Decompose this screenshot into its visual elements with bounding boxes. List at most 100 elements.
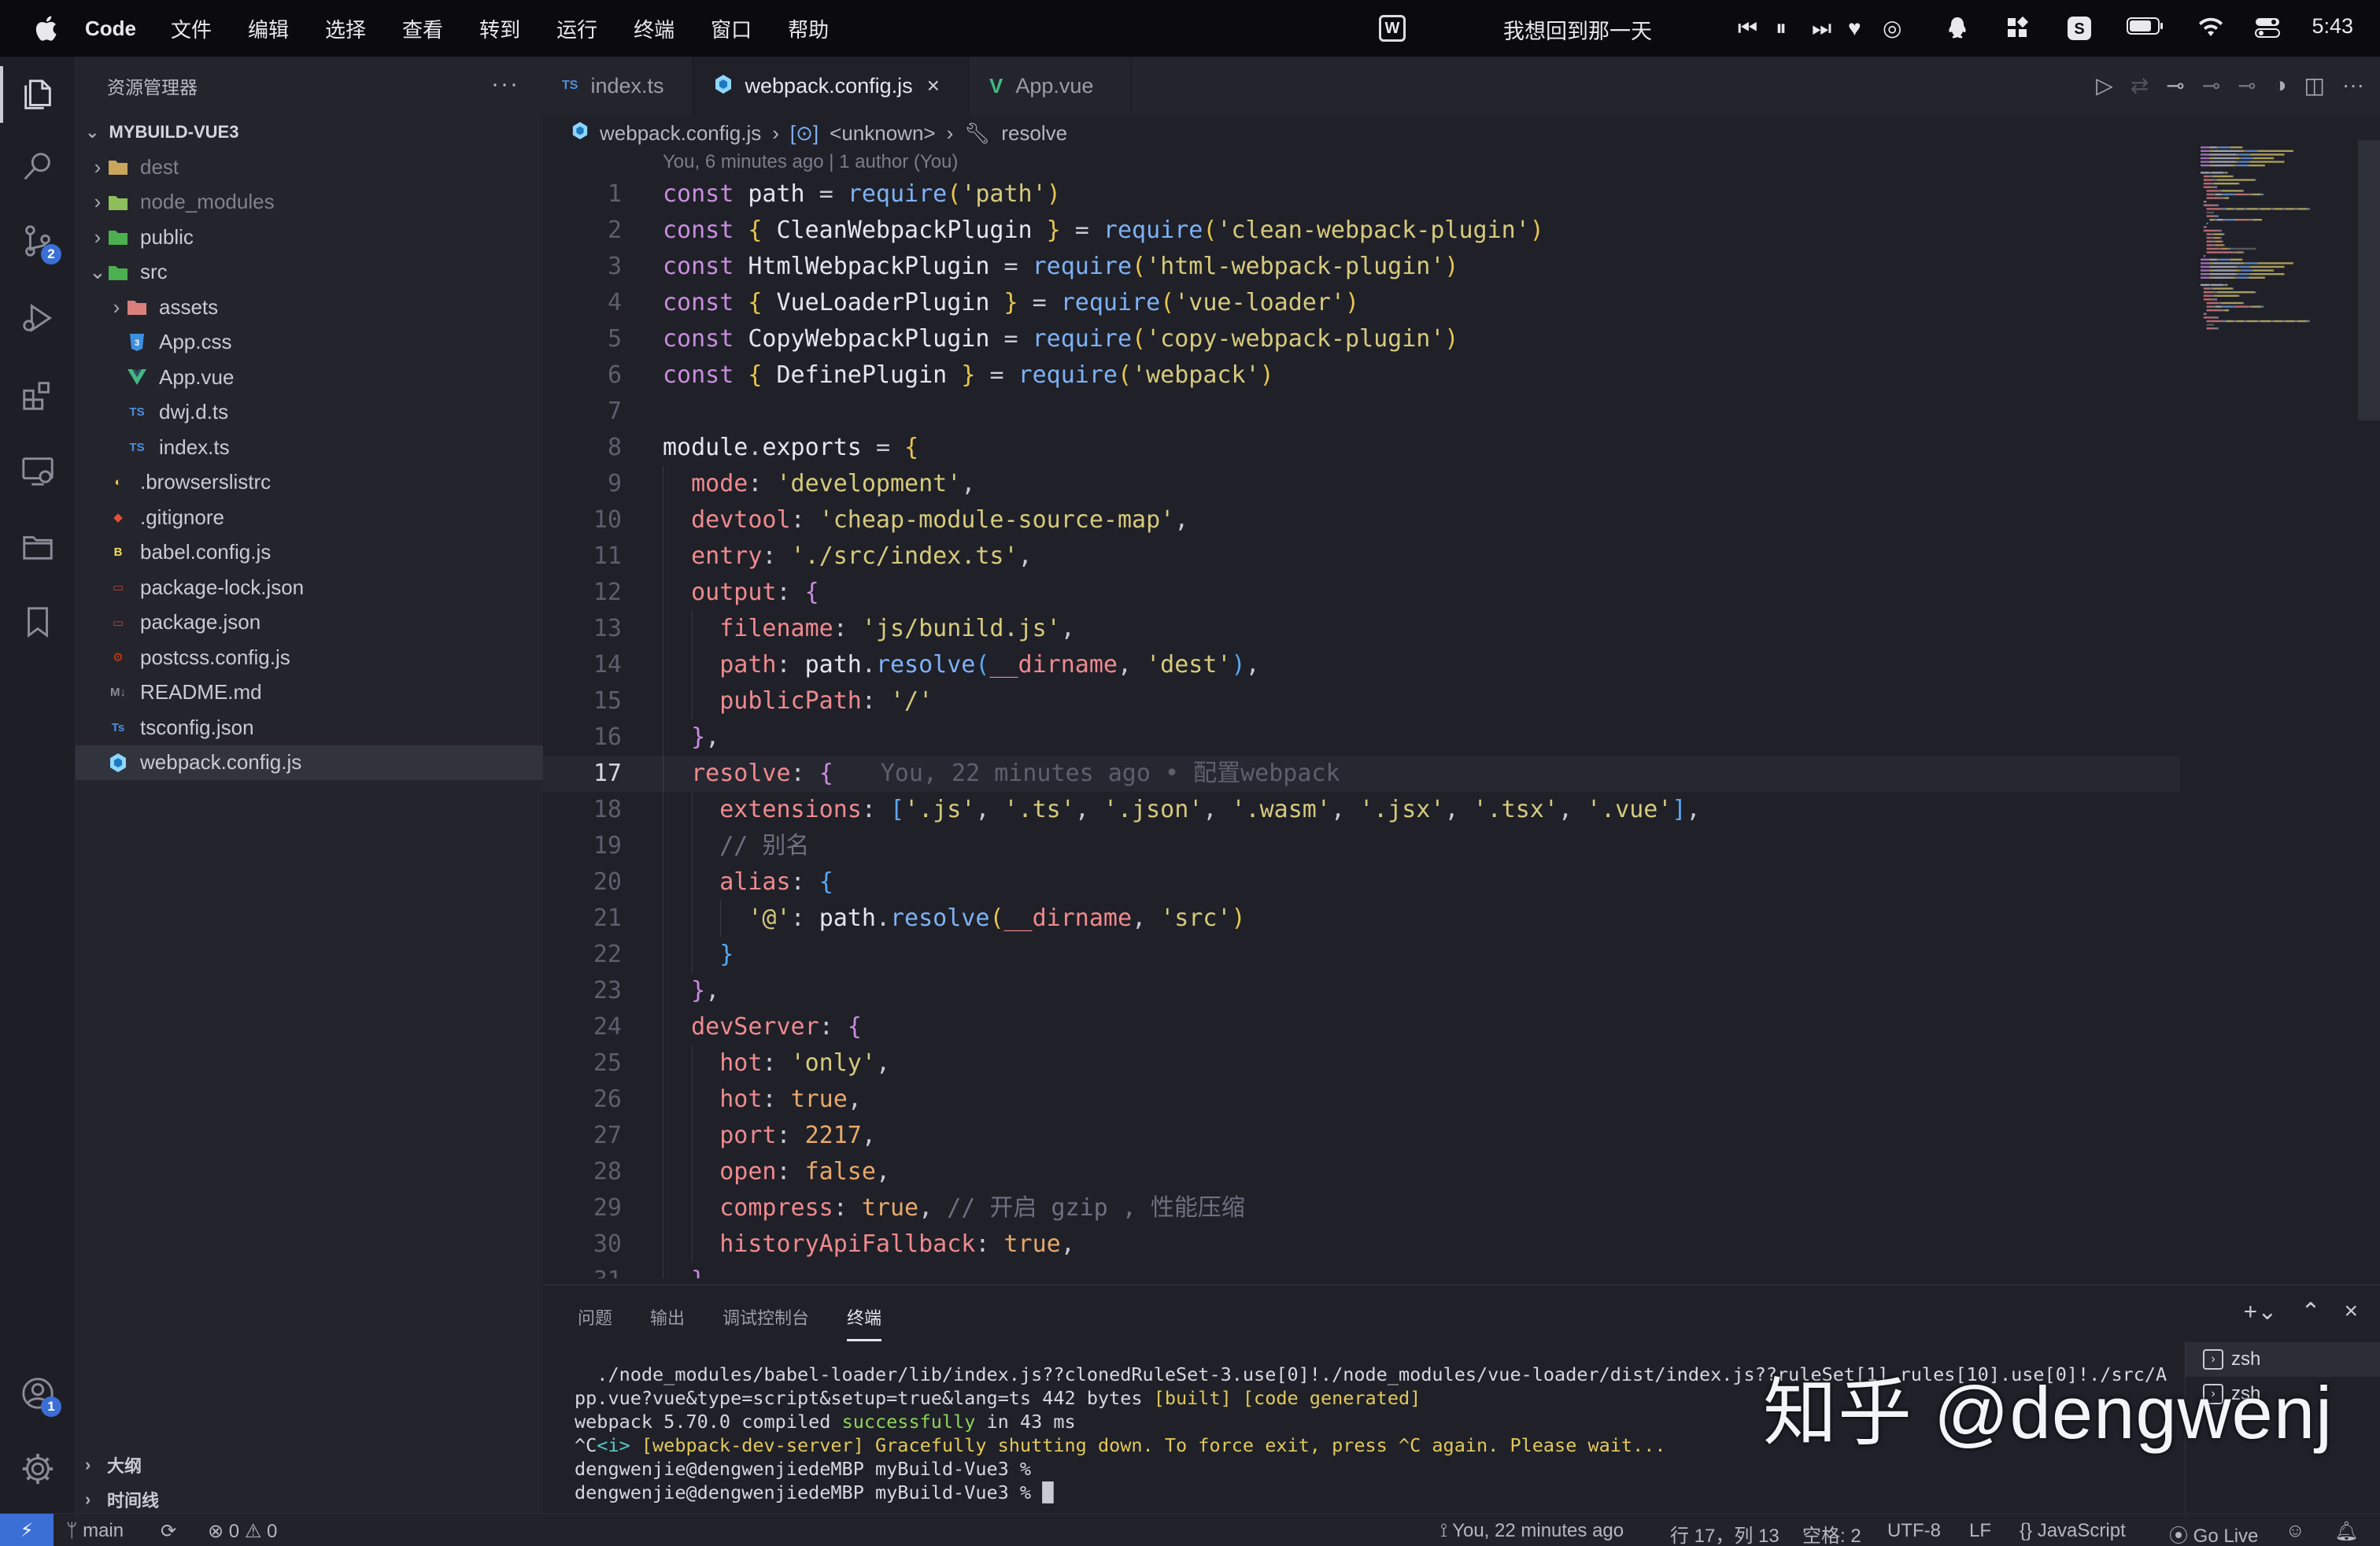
file-tree-item[interactable]: › dest [76,150,543,185]
code-line[interactable]: 30 historyApiFallback: true, [543,1226,2180,1263]
battery-icon[interactable] [2127,16,2164,42]
menu-edit[interactable]: 编辑 [248,14,289,43]
tab-output[interactable]: 输出 [650,1304,685,1341]
git-previous-icon[interactable]: ⊸ [2202,72,2220,98]
code-line[interactable]: 28 open: false, [543,1154,2180,1190]
heart-icon[interactable]: ♥ [1848,16,1861,41]
menu-run[interactable]: 运行 [556,14,597,43]
settings-gear-icon[interactable] [19,1450,57,1488]
code-line[interactable]: 31 } [543,1263,2180,1278]
file-tree-item[interactable]: App.vue [76,360,543,395]
code-line[interactable]: 19 // 别名 [543,828,2180,864]
qq-icon[interactable] [1946,16,1969,46]
breadcrumb-member[interactable]: resolve [1001,121,1067,146]
close-panel-icon[interactable]: × [2344,1298,2358,1326]
tab-index-ts[interactable]: TS index.ts [543,57,693,115]
file-tree-item[interactable]: 3 App.css [76,325,543,361]
source-control-icon[interactable]: 2 [19,222,61,264]
tab-problems[interactable]: 问题 [578,1304,612,1341]
split-editor-icon[interactable]: ◫ [2304,72,2325,98]
code-line[interactable]: 22 } [543,937,2180,973]
go-live-button[interactable]: ⦿ Go Live [2169,1520,2258,1546]
pause-icon[interactable]: ⏸ [1776,16,1787,41]
code-line[interactable]: 15 publicPath: '/' [543,683,2180,719]
menu-view[interactable]: 查看 [402,14,443,43]
project-manager-icon[interactable] [19,527,57,565]
file-tree-item[interactable]: TS index.ts [76,430,543,465]
git-commit-icon[interactable]: ⊸ [2166,72,2184,98]
netease-music-icon[interactable]: ◎ [1883,16,1901,41]
menu-go[interactable]: 转到 [479,14,520,43]
code-line[interactable]: 10 devtool: 'cheap-module-source-map', [543,502,2180,538]
code-line[interactable]: 12 output: { [543,575,2180,611]
breadcrumb-file[interactable]: webpack.config.js [600,121,761,146]
code-line[interactable]: 16 }, [543,719,2180,756]
file-tree-item[interactable]: TS dwj.d.ts [76,395,543,431]
run-code-icon[interactable]: ▷ [2096,72,2113,98]
wps-icon[interactable]: W [1379,15,1406,42]
code-line[interactable]: 9 mode: 'development', [543,466,2180,502]
code-editor[interactable]: 1 const path = require('path') 2 const { Cl… [543,176,2180,1278]
code-line[interactable]: 25 hot: 'only', [543,1045,2180,1082]
code-line[interactable]: 23 }, [543,973,2180,1009]
code-line[interactable]: 14 path: path.resolve(__dirname, 'dest')… [543,647,2180,683]
outline-section[interactable]: › 大纲 [76,1447,543,1483]
code-line[interactable]: 13 filename: 'js/bunild.js', [543,611,2180,647]
code-line[interactable]: 11 entry: './src/index.ts', [543,538,2180,575]
app-grid-icon[interactable] [2005,16,2029,45]
control-center-icon[interactable] [2254,16,2281,45]
file-tree-item[interactable]: › assets [76,290,543,325]
menu-help[interactable]: 帮助 [788,14,829,43]
previous-track-icon[interactable]: ⏮ [1738,16,1757,41]
tab-terminal[interactable]: 终端 [847,1304,882,1341]
wifi-icon[interactable] [2197,16,2224,43]
code-line[interactable]: 4 const { VueLoaderPlugin } = require('vu… [543,285,2180,321]
app-name-menu[interactable]: Code [85,17,136,41]
bookmarks-icon[interactable] [19,603,57,641]
file-tree-item[interactable]: › public [76,220,543,255]
indentation[interactable]: 空格: 2 [1802,1520,1861,1546]
menu-window[interactable]: 窗口 [711,14,752,43]
file-tree-item[interactable]: ▭ package.json [76,605,543,641]
cursor-position[interactable]: 行 17，列 13 [1670,1520,1779,1546]
account-icon[interactable]: 1 [19,1374,61,1417]
file-tree-item[interactable]: ⌄ src [76,255,543,290]
code-line[interactable]: 2 const { CleanWebpackPlugin } = require(… [543,213,2180,249]
code-line[interactable]: 20 alias: { [543,864,2180,901]
s-app-icon[interactable]: S [2067,16,2092,46]
more-actions-icon[interactable]: ··· [491,71,519,98]
menu-selection[interactable]: 选择 [325,14,366,43]
apple-menu-icon[interactable] [30,13,61,44]
menu-terminal[interactable]: 终端 [634,14,674,43]
now-playing-title[interactable]: 我想回到那一天 [1503,14,1652,45]
run-debug-icon[interactable] [19,299,57,337]
tab-webpack-config[interactable]: webpack.config.js × [693,57,969,115]
code-line[interactable]: 8 module.exports = { [543,430,2180,466]
file-tree-item[interactable]: ⚙ postcss.config.js [76,640,543,675]
file-tree-item[interactable]: webpack.config.js [76,745,543,780]
code-line[interactable]: 29 compress: true, // 开启 gzip , 性能压缩 [543,1190,2180,1226]
file-tree-item[interactable]: › node_modules [76,185,543,220]
problems-indicator[interactable]: ⊗ 0 ⚠ 0 [208,1520,277,1543]
new-terminal-icon[interactable]: +⌄ [2244,1298,2278,1326]
compare-changes-icon[interactable]: ⇄ [2131,72,2149,98]
remote-explorer-icon[interactable] [19,452,57,490]
file-tree-item[interactable]: Ts tsconfig.json [76,710,543,745]
tab-app-vue[interactable]: V App.vue [969,57,1133,115]
code-line[interactable]: 26 hot: true, [543,1082,2180,1118]
git-blame-codelens[interactable]: You, 6 minutes ago | 1 author (You) [663,151,958,173]
code-line[interactable]: 7 [543,394,2180,430]
feedback-icon[interactable]: ☺ [2286,1520,2305,1542]
open-timeline-icon[interactable]: ◑ [2274,72,2287,98]
minimap[interactable] [2191,140,2380,1285]
git-next-icon[interactable]: ⊸ [2238,72,2256,98]
file-tree-item[interactable]: M↓ README.md [76,675,543,711]
file-tree-item[interactable]: Bbabel.config.js [76,535,543,571]
tab-debug-console[interactable]: 调试控制台 [722,1304,809,1341]
extensions-icon[interactable] [19,376,57,414]
menu-file[interactable]: 文件 [171,14,212,43]
editor-scrollbar[interactable] [2358,140,2380,420]
close-tab-icon[interactable]: × [927,73,940,98]
more-actions-icon[interactable]: ··· [2342,72,2364,98]
code-line[interactable]: 21 '@': path.resolve(__dirname, 'src') [543,901,2180,937]
